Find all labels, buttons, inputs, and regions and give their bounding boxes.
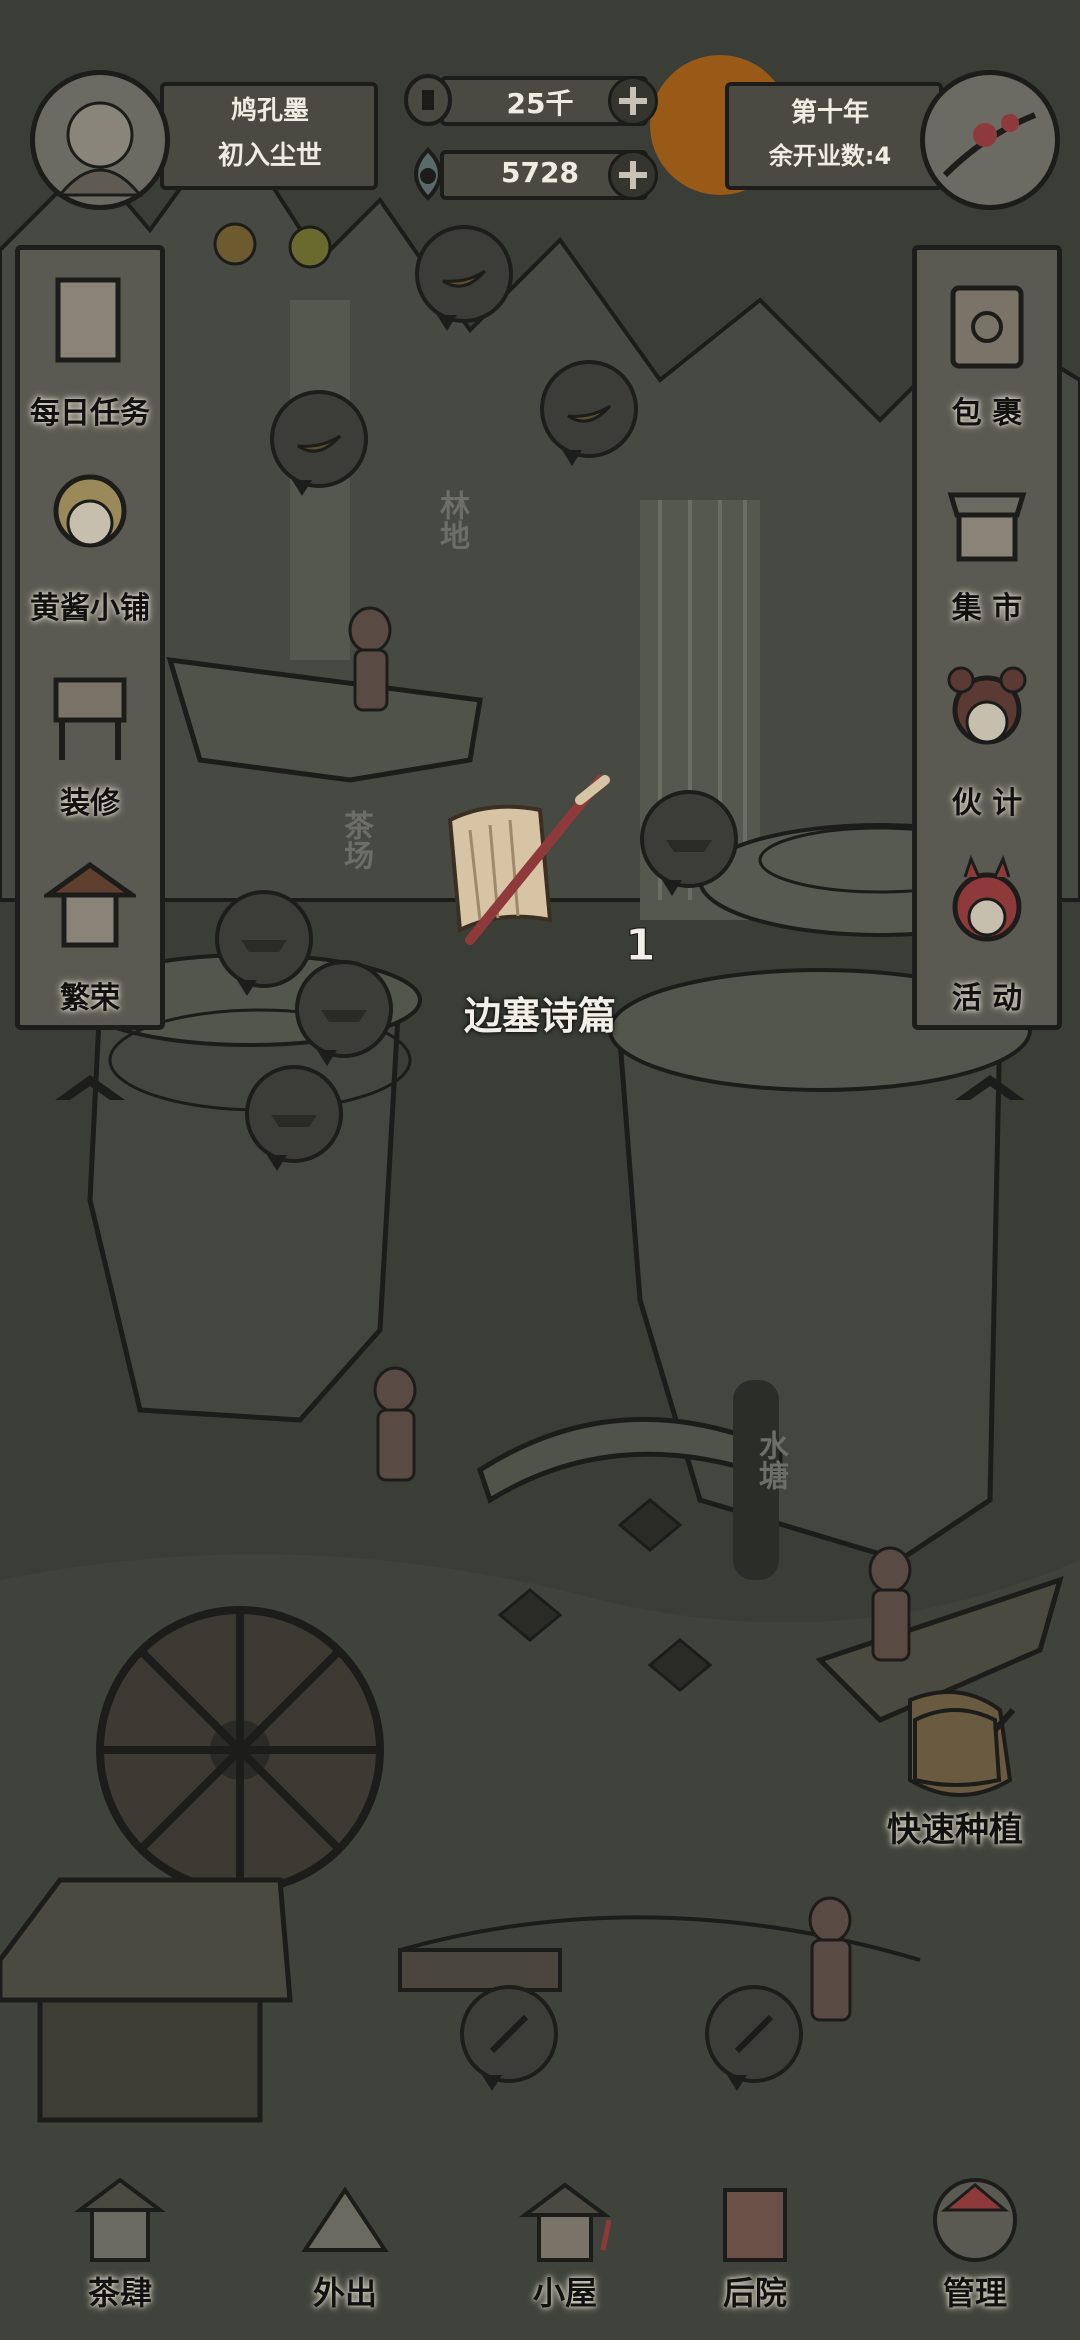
- shop-label: 黄酱小铺: [30, 591, 150, 626]
- watering-can-icon: [913, 1707, 1015, 1787]
- right-menu: 包 裹 集 市 伙 计 活 动: [912, 245, 1062, 1030]
- harvest-bubble-tea-2[interactable]: [295, 960, 393, 1066]
- teahouse-icon: [74, 2177, 166, 2262]
- bananas-icon: [442, 269, 487, 288]
- nav-outing[interactable]: 外出: [270, 2170, 420, 2320]
- add-coins-button[interactable]: [608, 76, 658, 126]
- zone-label-forest: 林地: [434, 490, 469, 550]
- gems-value: 5728: [501, 156, 579, 189]
- fruit-icon[interactable]: [205, 210, 265, 270]
- melon-icon[interactable]: [280, 215, 340, 275]
- cottage-icon: [519, 2182, 612, 2262]
- market-icon: [947, 492, 1027, 562]
- player-profile[interactable]: 鸠孔墨 初入尘世: [30, 70, 378, 210]
- scroll-and-brush-icon: [447, 775, 610, 945]
- event-title: 边塞诗篇: [463, 994, 616, 1038]
- coins-value: 25千: [506, 87, 574, 120]
- nav-backyard[interactable]: 后院: [680, 2170, 830, 2320]
- decorate-label: 装修: [60, 786, 120, 821]
- market-label: 集 市: [951, 591, 1023, 626]
- harvest-bubble-waterfall[interactable]: [640, 790, 738, 896]
- boat-icon: [666, 840, 712, 852]
- coin-icon: [404, 74, 452, 126]
- daily-tasks-button[interactable]: 每日任务: [20, 260, 160, 450]
- tea-leaf-icon: [321, 1010, 367, 1022]
- season-emblem[interactable]: [920, 70, 1060, 210]
- player-title: 初入尘世: [217, 141, 322, 171]
- zone-label-pond: 水塘: [753, 1430, 788, 1490]
- tea-leaf-icon: [271, 1115, 317, 1127]
- avatar-portrait-icon: [56, 101, 144, 197]
- nav-cottage[interactable]: 小屋: [490, 2170, 640, 2320]
- nav-manage[interactable]: 管理: [900, 2170, 1050, 2320]
- shop-girl-icon: [53, 474, 127, 548]
- game-screen: 鸠孔墨 初入尘世 25千 5728 第十年 余开业数:4 每日任务 黄酱小铺 装…: [0, 0, 1080, 2340]
- player-name: 鸠孔墨: [230, 96, 309, 126]
- backyard-icon: [723, 2188, 787, 2262]
- nav-backyard-label: 后院: [722, 2274, 787, 2312]
- avatar[interactable]: [30, 70, 170, 210]
- clerk-button[interactable]: 伙 计: [917, 650, 1057, 840]
- bag-label: 包 裹: [951, 396, 1023, 431]
- task-scroll-icon: [55, 277, 121, 363]
- quick-plant-label: 快速种植: [887, 1810, 1023, 1850]
- event-label: 活 动: [951, 981, 1023, 1016]
- tea-leaf-icon: [241, 940, 287, 952]
- nav-teahouse-label: 茶肆: [87, 2274, 152, 2312]
- collapse-left-menu-icon[interactable]: [50, 1070, 130, 1110]
- prosperity-button[interactable]: 繁荣: [20, 845, 160, 1035]
- harvest-bubble-pier[interactable]: [460, 1985, 558, 2091]
- left-menu: 每日任务 黄酱小铺 装修 繁荣: [15, 245, 165, 1030]
- openings-remaining: 余开业数:4: [768, 142, 892, 170]
- plum-blossom-icon: [942, 112, 1037, 178]
- harvest-bubble-tea-1[interactable]: [215, 890, 313, 996]
- zone-label-tea-field: 茶场: [338, 810, 373, 870]
- nav-teahouse[interactable]: 茶肆: [45, 2170, 195, 2320]
- water-wheel-icon: [96, 1606, 384, 1894]
- frontier-poems-event[interactable]: 1: [430, 770, 656, 1020]
- prosperity-icon: [44, 861, 136, 948]
- gems-counter: 5728: [400, 146, 660, 202]
- event-count: 1: [625, 920, 657, 972]
- daily-tasks-label: 每日任务: [30, 396, 150, 431]
- harvest-bubble-forest-1[interactable]: [415, 225, 513, 331]
- harvest-bubble-forest-2[interactable]: [540, 360, 638, 466]
- add-gems-button[interactable]: [608, 150, 658, 200]
- prosperity-label: 繁荣: [60, 981, 120, 1016]
- bag-icon: [950, 285, 1024, 369]
- manage-icon: [933, 2178, 1017, 2262]
- harvest-bubble-tea-3[interactable]: [245, 1065, 343, 1171]
- jade-gem-icon: [414, 147, 442, 201]
- nav-cottage-label: 小屋: [532, 2274, 597, 2312]
- bananas-icon: [567, 404, 612, 423]
- grain-icon: [489, 2014, 529, 2054]
- bag-button[interactable]: 包 裹: [917, 260, 1057, 450]
- bananas-icon: [297, 434, 342, 453]
- outing-icon: [301, 2186, 389, 2252]
- bottom-nav: 茶肆 外出 小屋 后院 管理: [0, 2150, 1080, 2340]
- furniture-icon: [53, 677, 127, 760]
- quick-plant-button[interactable]: 快速种植: [855, 1690, 1055, 1860]
- event-icon: [952, 855, 1022, 942]
- clerk-icon: [947, 666, 1027, 745]
- coins-counter: 25千: [400, 72, 660, 128]
- nav-manage-label: 管理: [942, 2274, 1007, 2312]
- market-button[interactable]: 集 市: [917, 455, 1057, 645]
- nav-outing-label: 外出: [312, 2274, 377, 2312]
- shop-button[interactable]: 黄酱小铺: [20, 455, 160, 645]
- year-info[interactable]: 第十年 余开业数:4: [725, 70, 1060, 210]
- grain-icon: [734, 2014, 774, 2054]
- decorate-button[interactable]: 装修: [20, 650, 160, 840]
- harvest-bubble-yard[interactable]: [705, 1985, 803, 2091]
- year-label: 第十年: [790, 98, 869, 128]
- harvest-bubble-forest-3[interactable]: [270, 390, 368, 496]
- event-button[interactable]: 活 动: [917, 845, 1057, 1035]
- clerk-label: 伙 计: [951, 786, 1023, 821]
- collapse-right-menu-icon[interactable]: [950, 1070, 1030, 1110]
